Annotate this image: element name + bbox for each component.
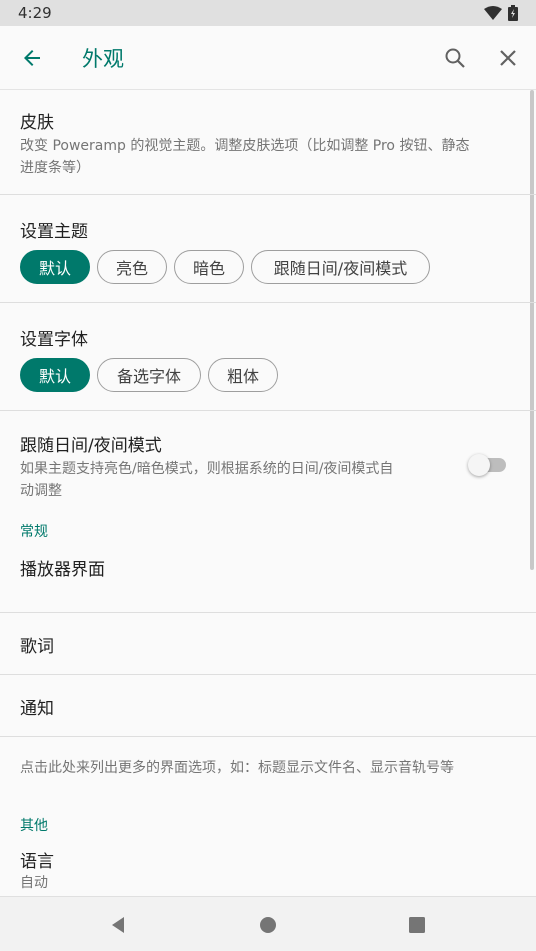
lyrics-label: 歌词 xyxy=(20,637,54,657)
toggle-knob xyxy=(468,454,490,476)
app-bar: 外观 xyxy=(0,26,536,90)
day-night-subtitle-line1: 如果主题支持亮色/暗色模式，则根据系统的日间/夜间模式自 xyxy=(20,461,394,477)
theme-title: 设置主题 xyxy=(20,222,88,242)
general-header: 常规 xyxy=(20,524,48,540)
language-title: 语言 xyxy=(20,852,54,872)
language-value: 自动 xyxy=(20,875,48,891)
more-options-hint-text: 点击此处来列出更多的界面选项，如：标题显示文件名、显示音轨号等 xyxy=(20,760,454,776)
day-night-setting[interactable]: 跟随日间/夜间模式 如果主题支持亮色/暗色模式，则根据系统的日间/夜间模式自 动… xyxy=(0,411,536,517)
back-triangle-icon[interactable] xyxy=(108,915,128,935)
notifications-label: 通知 xyxy=(20,699,54,719)
arrow-left-icon[interactable] xyxy=(20,46,44,70)
page-title: 外观 xyxy=(82,46,124,71)
wifi-icon xyxy=(484,6,502,20)
other-header: 其他 xyxy=(20,818,48,834)
font-chip-bold[interactable]: 粗体 xyxy=(208,358,278,392)
status-time: 4:29 xyxy=(18,4,52,22)
font-chip-group: 默认 备选字体 粗体 xyxy=(20,358,516,392)
theme-chip-light[interactable]: 亮色 xyxy=(97,250,167,284)
status-bar: 4:29 xyxy=(0,0,536,26)
system-nav-bar xyxy=(0,896,536,951)
notifications-item[interactable]: 通知 xyxy=(0,675,536,737)
recents-square-icon[interactable] xyxy=(407,915,427,935)
theme-chip-dark[interactable]: 暗色 xyxy=(174,250,244,284)
settings-list[interactable]: 皮肤 改变 Poweramp 的视觉主题。调整皮肤选项（比如调整 Pro 按钮、… xyxy=(0,90,536,896)
skin-subtitle-line2: 进度条等） xyxy=(20,160,90,176)
font-title: 设置字体 xyxy=(20,330,88,350)
theme-chip-day-night[interactable]: 跟随日间/夜间模式 xyxy=(251,250,430,284)
language-item[interactable]: 语言 自动 xyxy=(0,847,536,896)
day-night-subtitle-line2: 动调整 xyxy=(20,483,62,499)
skin-title: 皮肤 xyxy=(20,113,54,133)
lyrics-item[interactable]: 歌词 xyxy=(0,613,536,675)
theme-chip-group: 默认 亮色 暗色 跟随日间/夜间模式 xyxy=(20,250,516,284)
battery-icon xyxy=(508,5,518,21)
player-ui-label: 播放器界面 xyxy=(20,560,105,580)
theme-chip-default[interactable]: 默认 xyxy=(20,250,90,284)
more-options-hint[interactable]: 点击此处来列出更多的界面选项，如：标题显示文件名、显示音轨号等 xyxy=(0,737,536,815)
font-setting: 设置字体 默认 备选字体 粗体 xyxy=(0,303,536,411)
font-chip-default[interactable]: 默认 xyxy=(20,358,90,392)
skin-setting[interactable]: 皮肤 改变 Poweramp 的视觉主题。调整皮肤选项（比如调整 Pro 按钮、… xyxy=(0,90,536,195)
font-chip-alternate[interactable]: 备选字体 xyxy=(97,358,201,392)
day-night-toggle[interactable] xyxy=(468,454,506,476)
day-night-title: 跟随日间/夜间模式 xyxy=(20,436,162,456)
player-ui-item[interactable]: 播放器界面 xyxy=(0,551,536,613)
close-icon[interactable] xyxy=(496,46,520,70)
search-icon[interactable] xyxy=(443,46,467,70)
home-circle-icon[interactable] xyxy=(258,915,278,935)
theme-setting: 设置主题 默认 亮色 暗色 跟随日间/夜间模式 xyxy=(0,195,536,303)
skin-subtitle-line1: 改变 Poweramp 的视觉主题。调整皮肤选项（比如调整 Pro 按钮、静态 xyxy=(20,138,470,154)
